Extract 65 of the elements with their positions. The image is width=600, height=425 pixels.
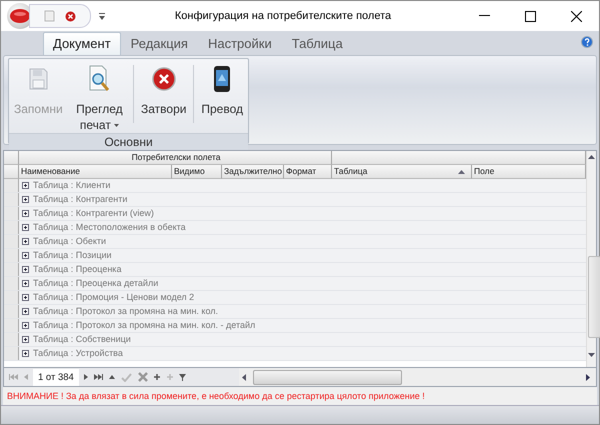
group-row-label: Таблица : Протокол за промяна на мин. кол. - детайл (33, 320, 256, 330)
warning-message: ВНИМАНИЕ ! За да влязат в сила промените, е необходимо да се рестартира цялото приложение ! (3, 387, 597, 406)
column-header[interactable]: Формат (284, 164, 332, 179)
expand-icon[interactable] (22, 294, 29, 301)
next-record-icon[interactable] (84, 374, 88, 380)
column-header[interactable]: Видимо (172, 164, 222, 179)
scrollbar-thumb[interactable] (253, 370, 402, 386)
group-row-label: Таблица : Обекти (33, 236, 106, 246)
caret-icon (114, 124, 119, 128)
scroll-right-icon[interactable] (586, 374, 590, 381)
expand-icon[interactable] (22, 238, 29, 245)
translate-button[interactable]: Превод (196, 62, 248, 117)
expand-icon[interactable] (22, 266, 29, 273)
group-row-label: Таблица : Промоция - Ценови модел 2 (33, 292, 194, 302)
phone-icon (213, 64, 232, 93)
expand-icon[interactable] (22, 196, 29, 203)
ribbon-tab[interactable]: Настройки (198, 32, 282, 55)
expand-icon[interactable] (22, 210, 29, 217)
expand-icon[interactable] (22, 322, 29, 329)
filter-icon[interactable] (178, 374, 186, 381)
help-icon[interactable] (581, 36, 593, 48)
ribbon-tab[interactable]: Документ (43, 32, 121, 55)
group-row-label: Таблица : Контрагенти (33, 194, 128, 204)
group-row-label: Таблица : Местоположения в обекта (33, 222, 186, 232)
group-row-label: Таблица : Устройства (33, 348, 123, 358)
group-row-label: Таблица : Преоценка (33, 264, 122, 274)
record-position: 1 от 384 (33, 368, 79, 386)
minimize-icon[interactable] (478, 15, 490, 17)
scroll-left-icon[interactable] (242, 374, 246, 381)
expand-icon[interactable] (22, 182, 29, 189)
group-row-label: Таблица : Преоценка детайли (33, 278, 158, 288)
column-header[interactable]: Таблица (332, 164, 472, 179)
check-icon[interactable] (120, 372, 132, 382)
horizontal-scrollbar[interactable] (239, 368, 596, 386)
group-row-label: Таблица : Собственици (33, 334, 131, 344)
column-header[interactable]: Задължително (222, 164, 284, 179)
close-icon (152, 66, 176, 91)
scroll-down-icon[interactable] (588, 353, 595, 358)
ribbon-tab[interactable]: Таблица (282, 32, 353, 55)
up-icon[interactable] (108, 375, 115, 380)
customize-caret-icon[interactable] (99, 12, 105, 20)
column-header[interactable]: Наименование (19, 164, 172, 179)
sort-icon (458, 170, 465, 174)
expand-icon[interactable] (22, 308, 29, 315)
maximize-icon[interactable] (524, 10, 536, 22)
close-button[interactable]: Затвори (136, 62, 192, 117)
band-header: Потребителски полета (19, 150, 332, 165)
expand-icon[interactable] (22, 280, 29, 287)
expand-icon[interactable] (22, 224, 29, 231)
scroll-up-icon[interactable] (588, 154, 595, 159)
window-title: Конфигурация на потребителските полета (174, 10, 392, 22)
column-header[interactable]: Поле (472, 164, 586, 179)
group-row-label: Таблица : Позиции (33, 250, 112, 260)
group-row-label: Таблица : Клиенти (33, 180, 110, 190)
expand-icon[interactable] (22, 252, 29, 259)
expand-icon[interactable] (22, 350, 29, 357)
magnifier-page-icon (87, 64, 112, 93)
ribbon-tab[interactable]: Редакция (120, 32, 198, 55)
last-record-icon[interactable] (94, 374, 103, 380)
group-row-label: Таблица : Контрагенти (view) (33, 208, 154, 218)
preview-button[interactable]: Преглед печат (68, 62, 132, 133)
close-icon[interactable] (570, 10, 582, 22)
expand-icon[interactable] (22, 336, 29, 343)
group-row-label: Таблица : Протокол за промяна на мин. кол. (33, 306, 218, 316)
scrollbar-thumb[interactable] (588, 256, 600, 338)
